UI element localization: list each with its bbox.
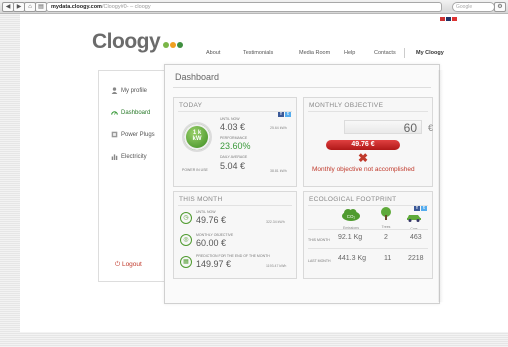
sidebar-item-label: Electricity (121, 154, 147, 161)
performance-value: 23.60% (220, 141, 251, 151)
row-divider (308, 248, 428, 249)
address-bar[interactable]: mydata.cloogy.com/Cloogy#0- – cloogy (46, 2, 442, 12)
objective-label: MONTHLY OBJECTIVE (196, 233, 234, 237)
row-label: LAST MONTH (308, 259, 331, 263)
flag-uk-icon[interactable] (446, 17, 451, 21)
nav-about[interactable]: About (206, 50, 220, 56)
sidebar-item-label: My profile (121, 88, 148, 95)
flag-es-icon[interactable] (452, 17, 457, 21)
sidebar-item-label: Power Plugs (121, 132, 155, 139)
logo-dots-icon (162, 30, 184, 54)
nav-my-cloogy[interactable]: My Cloogy (416, 50, 444, 56)
trees-value: 2 (384, 234, 388, 241)
search-input[interactable]: Google (452, 2, 495, 12)
eco-row-this-month: THIS MONTH (308, 236, 330, 243)
row-divider (308, 229, 428, 230)
gauge-icon (111, 109, 118, 116)
cars-value: 2218 (408, 255, 424, 262)
until-now-label: UNTIL NOW (196, 210, 216, 214)
target-icon: ◎ (180, 234, 192, 246)
card-title: ECOLOGICAL FOOTPRINT (309, 196, 397, 203)
card-divider (308, 111, 428, 112)
prediction-kwh: 1193.47 kWh (266, 264, 287, 268)
logout-label: Logout (121, 261, 142, 268)
logo-text: Cloogy (92, 30, 161, 53)
sidebar-item-dashboard[interactable]: Dashboard (111, 109, 150, 116)
url-host: mydata.cloogy.com (51, 4, 102, 10)
card-divider (178, 205, 292, 206)
objective-currency: € (428, 123, 434, 133)
nav-testimonials[interactable]: Testimonials (243, 50, 273, 56)
plug-icon (111, 131, 118, 138)
tree-icon (381, 207, 391, 220)
panel-shadow (438, 70, 444, 302)
emissions-value: 92.1 Kg (338, 234, 363, 241)
objective-value: 60.00 € (196, 238, 227, 248)
language-flags (440, 17, 458, 23)
sidebar: My profile Dashboard Power Plugs Electri… (98, 70, 170, 282)
objective-target-value: 60 (403, 121, 417, 135)
card-title: TODAY (179, 102, 203, 109)
url-path: /Cloogy#0- – cloogy (101, 4, 151, 10)
row-label: THIS MONTH (308, 238, 330, 242)
logo[interactable]: Cloogy (92, 30, 184, 54)
until-now-value: 4.03 € (220, 122, 246, 132)
objective-status-message: Monthly objective not accomplished (312, 166, 415, 173)
objective-target: 60 (344, 120, 422, 135)
sidebar-item-my-profile[interactable]: My profile (111, 87, 147, 94)
this-month-card: THIS MONTH ◷ UNTIL NOW 49.76 € 322.34 kW… (173, 191, 297, 279)
prediction-label: PREDICTION FOR THE END OF THE MONTH (196, 254, 270, 258)
bar-chart-icon (111, 153, 118, 160)
nav-help[interactable]: Help (344, 50, 355, 56)
today-card: TODAY ft 1 k kW POWER IN USE UNTIL NOW 4.… (173, 97, 297, 187)
nav-contacts[interactable]: Contacts (374, 50, 396, 56)
eco-cars: Cars (402, 209, 426, 231)
gauge-unit: kW (192, 136, 202, 142)
monthly-objective-card: MONTHLY OBJECTIVE 60 € 49.76 € ✖ Monthly… (303, 97, 433, 187)
co2-badge: CO₂ (347, 214, 356, 219)
performance-label: PERFORMANCE (220, 136, 248, 140)
clock-icon: ◷ (180, 212, 192, 224)
flag-pt-icon[interactable] (440, 17, 445, 21)
page-title: Dashboard (175, 72, 220, 82)
prediction-icon: ▦ (180, 256, 192, 268)
power-gauge: 1 k kW (182, 122, 212, 152)
emissions-value: 441.3 Kg (338, 255, 367, 262)
until-now-kwh: 322.34 kWh (266, 220, 285, 224)
power-icon: ⏻ (115, 261, 122, 268)
prediction-value: 149.97 € (196, 259, 232, 269)
sidebar-item-label: Dashboard (121, 110, 151, 117)
ecological-footprint-card: ECOLOGICAL FOOTPRINT ft CO₂ Emissions Tr… (303, 191, 433, 279)
browser-toolbar: ◀ ▶ ⌂ ▤ mydata.cloogy.com/Cloogy#0- – cl… (0, 0, 508, 14)
person-icon (111, 87, 118, 94)
objective-progress-bar: 49.76 € (326, 140, 400, 150)
sidebar-item-electricity[interactable]: Electricity (111, 153, 147, 160)
trees-value: 11 (384, 255, 392, 262)
nav-media-room[interactable]: Media Room (299, 50, 330, 56)
settings-icon[interactable]: ⚙ (494, 2, 506, 12)
title-divider (173, 87, 431, 88)
dashboard-panel: Dashboard TODAY ft 1 k kW POWER IN USE UN… (164, 64, 440, 304)
eco-trees: Trees (374, 207, 398, 229)
daily-average-value: 5.04 € (220, 161, 246, 171)
card-title: THIS MONTH (179, 196, 223, 203)
daily-average-label: DAILY AVERAGE (220, 155, 248, 159)
nav-divider (404, 48, 405, 58)
sidebar-item-power-plugs[interactable]: Power Plugs (111, 131, 155, 138)
eco-emissions: CO₂ Emissions (336, 208, 366, 230)
eco-row-last-month: LAST MONTH (308, 257, 331, 264)
power-in-use-label: POWER IN USE (182, 168, 208, 172)
card-divider (178, 111, 292, 112)
card-divider (308, 205, 428, 206)
car-icon (407, 215, 421, 222)
cloud-co2-icon: CO₂ (342, 209, 360, 221)
logout-button[interactable]: ⏻ Logout (115, 261, 142, 269)
daily-average-kwh: 38.81 kWh (270, 169, 287, 173)
card-title: MONTHLY OBJECTIVE (309, 102, 384, 109)
until-now-value: 49.76 € (196, 215, 227, 225)
until-now-kwh: 25.64 kWh (270, 126, 287, 130)
fail-icon: ✖ (358, 151, 369, 165)
cars-value: 463 (410, 234, 422, 241)
until-now-label: UNTIL NOW (220, 117, 240, 121)
